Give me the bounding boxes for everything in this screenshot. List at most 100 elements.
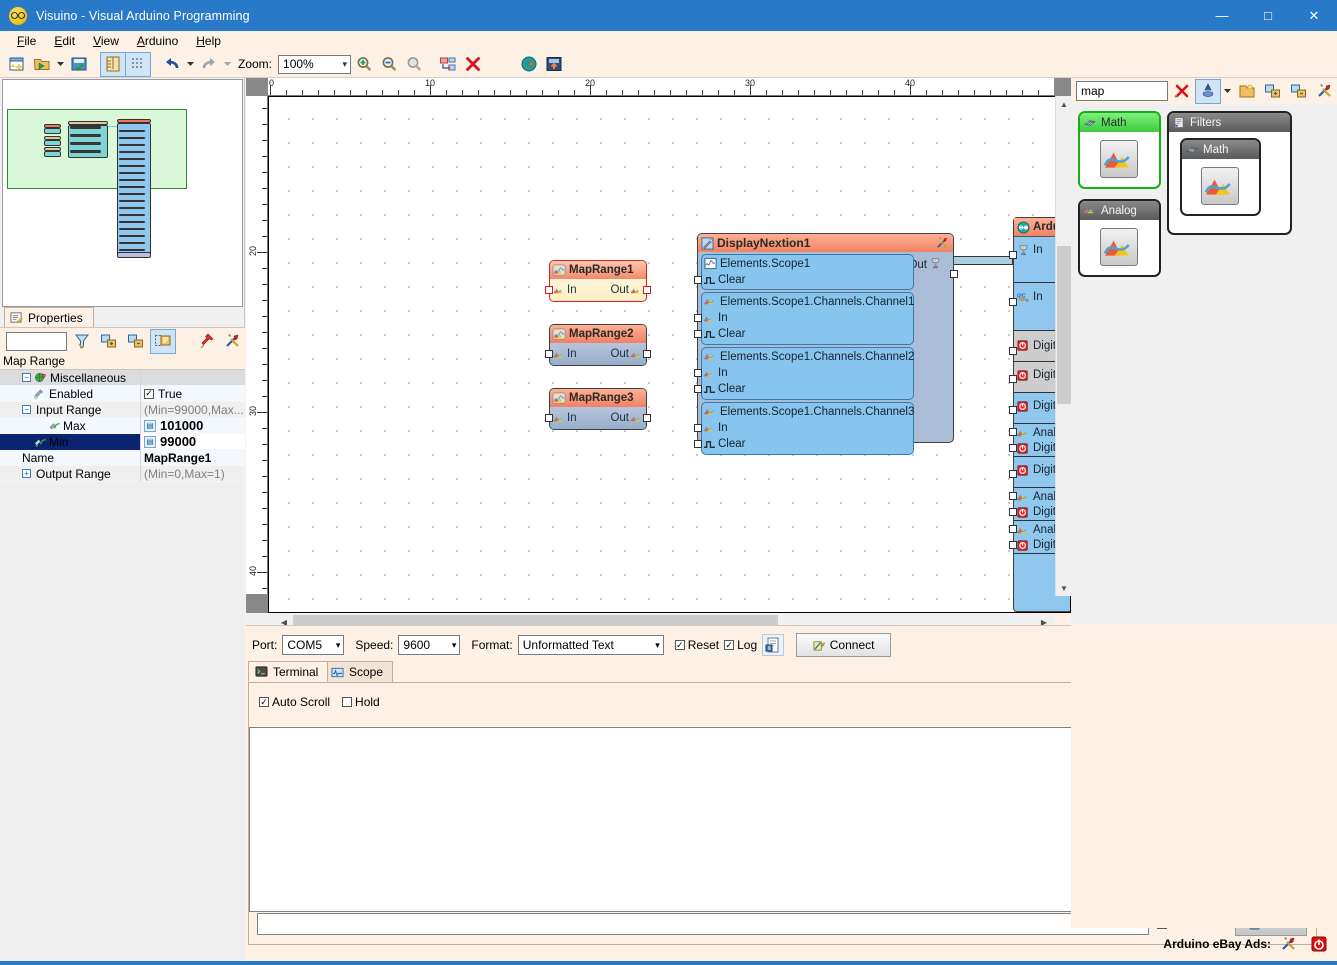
node-header[interactable]: DisplayNextion1 — [698, 234, 953, 252]
new-project-icon[interactable] — [5, 53, 29, 76]
toolbox-card-header[interactable]: Math — [1182, 140, 1259, 159]
undo-dropdown-arrow-icon[interactable] — [185, 53, 196, 76]
max-editor-button[interactable]: ▤ — [144, 419, 156, 432]
undo-icon[interactable] — [160, 53, 184, 76]
subnode-channel2[interactable]: Elements.Scope1.Channels.Channel2 In Cle… — [694, 347, 914, 400]
pin-icon[interactable] — [194, 330, 218, 353]
in-socket[interactable] — [694, 369, 702, 377]
map-range-item[interactable] — [1100, 140, 1138, 178]
show-rulers-icon[interactable] — [100, 51, 126, 77]
property-row-miscellaneous[interactable]: − Miscellaneous — [0, 369, 245, 386]
property-row-min[interactable]: Min ▤ 99000 — [0, 433, 245, 450]
out-socket[interactable] — [643, 350, 651, 358]
diagram-canvas[interactable]: MapRange1 In Out MapRange2 In Out MapRan… — [268, 96, 1071, 613]
property-value-min[interactable]: ▤ 99000 — [140, 433, 245, 450]
node-header[interactable]: MapRange2 — [550, 325, 646, 343]
in-socket[interactable] — [1009, 251, 1017, 259]
menu-view[interactable]: View — [84, 32, 128, 50]
clear-socket[interactable] — [694, 330, 702, 338]
tab-terminal[interactable]: Terminal — [248, 661, 329, 682]
save-code-icon[interactable] — [542, 53, 566, 76]
send-input[interactable] — [257, 913, 1150, 935]
property-row-input-range[interactable]: − Input Range (Min=99000,Max... — [0, 401, 245, 418]
analog-socket[interactable] — [1009, 428, 1017, 436]
out-socket[interactable] — [643, 286, 651, 294]
node-maprange1[interactable]: MapRange1 In Out — [545, 260, 651, 302]
upload-icon[interactable] — [517, 53, 541, 76]
wrench-screwdriver-icon[interactable] — [936, 236, 949, 249]
tab-properties[interactable]: Properties — [4, 307, 94, 327]
enabled-checkbox[interactable]: ✓ — [144, 388, 154, 399]
reset-checkbox-group[interactable]: ✓ Reset — [674, 638, 719, 652]
property-value-max[interactable]: ▤ 101000 — [140, 417, 245, 434]
collapse-all-icon[interactable] — [1287, 80, 1311, 103]
digital-socket[interactable] — [1009, 541, 1017, 549]
in-socket[interactable] — [545, 414, 553, 422]
subnode-channel1[interactable]: Elements.Scope1.Channels.Channel1 In Cle… — [694, 292, 914, 345]
digital-socket[interactable] — [1009, 508, 1017, 516]
in-socket[interactable] — [694, 314, 702, 322]
in-socket[interactable] — [694, 424, 702, 432]
hold-checkbox[interactable] — [342, 697, 353, 707]
clear-socket[interactable] — [694, 276, 702, 284]
show-grid-icon[interactable] — [125, 51, 151, 77]
speed-combo[interactable]: 9600 ▾ — [398, 635, 461, 655]
open-project-icon[interactable] — [30, 53, 54, 76]
connect-button[interactable]: Connect — [796, 633, 892, 657]
subnode-channel3[interactable]: Elements.Scope1.Channels.Channel3 In Cle… — [694, 402, 914, 455]
clear-socket[interactable] — [694, 440, 702, 448]
digital-socket[interactable] — [1009, 347, 1017, 355]
menu-file[interactable]: File — [8, 32, 45, 50]
menu-arduino[interactable]: Arduino — [128, 32, 187, 50]
node-header[interactable]: MapRange3 — [550, 389, 646, 407]
menu-edit[interactable]: Edit — [45, 32, 84, 50]
toolbox-card-analog[interactable]: Analog — [1078, 199, 1161, 277]
menu-help[interactable]: Help — [187, 32, 230, 50]
analog-socket[interactable] — [1009, 525, 1017, 533]
map-range-item[interactable] — [1201, 167, 1239, 205]
property-value-name[interactable]: MapRange1 — [140, 449, 245, 466]
auto-scroll-checkbox[interactable]: ✓ — [259, 697, 269, 707]
expander-icon[interactable]: − — [22, 373, 31, 382]
out-socket[interactable] — [643, 414, 651, 422]
min-editor-button[interactable]: ▤ — [144, 435, 156, 448]
expander-icon[interactable]: − — [22, 405, 31, 414]
project-overview-panel[interactable] — [2, 79, 243, 307]
toolbox-card-header[interactable]: Analog — [1080, 201, 1159, 220]
folder-open-icon[interactable] — [1235, 80, 1259, 103]
toolbox-card-filters-math[interactable]: Math — [1180, 138, 1261, 216]
toolbox-card-filters[interactable]: Filters Math — [1167, 111, 1292, 235]
log-checkbox[interactable]: ✓ — [724, 640, 735, 650]
analog-socket[interactable] — [1009, 492, 1017, 500]
digital-socket[interactable] — [1009, 470, 1017, 478]
log-file-icon[interactable] — [762, 634, 785, 656]
build-icon[interactable] — [436, 53, 460, 76]
digital-socket[interactable] — [1009, 375, 1017, 383]
filter-icon[interactable] — [70, 330, 94, 353]
toolbox-card-header[interactable]: Filters — [1169, 113, 1290, 132]
expand-all-icon[interactable] — [97, 330, 121, 353]
power-off-icon[interactable] — [1307, 932, 1331, 955]
scroll-up-icon[interactable]: ▲ — [1056, 96, 1072, 112]
wrench-screwdriver-icon[interactable] — [1277, 932, 1301, 955]
property-row-enabled[interactable]: Enabled ✓ True — [0, 385, 245, 402]
redo-icon[interactable] — [197, 53, 221, 76]
node-maprange2[interactable]: MapRange2 In Out — [545, 324, 651, 366]
auto-scroll-checkbox-group[interactable]: ✓ Auto Scroll — [259, 695, 330, 709]
in-socket[interactable] — [545, 286, 553, 294]
log-checkbox-group[interactable]: ✓ Log — [724, 638, 757, 652]
format-combo[interactable]: Unformatted Text ▾ — [517, 635, 664, 655]
out-socket[interactable] — [950, 270, 958, 278]
toolbox-search-input[interactable]: map — [1076, 81, 1168, 101]
clear-search-icon[interactable] — [1170, 80, 1194, 103]
canvas-vertical-scrollbar[interactable]: ▲ ▼ — [1055, 96, 1072, 596]
toolbox-card-math[interactable]: Math — [1078, 111, 1161, 189]
minimize-button[interactable]: — — [1199, 0, 1245, 31]
expander-icon[interactable]: + — [22, 469, 31, 478]
zoom-reset-icon[interactable] — [402, 53, 426, 76]
node-header[interactable]: MapRange1 — [550, 261, 646, 279]
subnode-scope1[interactable]: Elements.Scope1 Clear — [694, 254, 914, 290]
dropdown-arrow-icon[interactable] — [1222, 80, 1233, 103]
settings-icon[interactable] — [221, 330, 245, 353]
settings-icon[interactable] — [1313, 80, 1337, 103]
